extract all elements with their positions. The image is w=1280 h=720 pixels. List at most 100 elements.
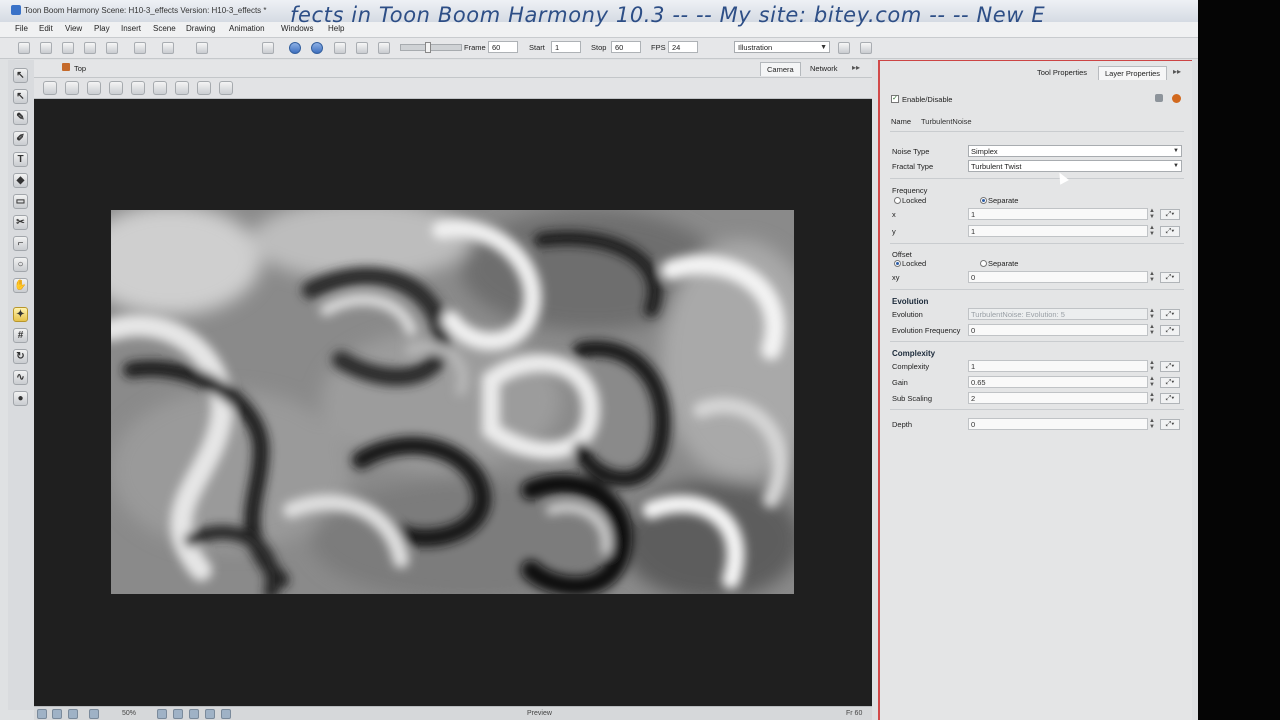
- play-forward-button[interactable]: [311, 42, 323, 54]
- noise-type-select[interactable]: Simplex ▼: [968, 145, 1182, 157]
- brush-tool-icon[interactable]: ✎: [13, 110, 28, 125]
- save-button[interactable]: [62, 42, 74, 54]
- spinner-icon[interactable]: ▲ ▼: [1149, 360, 1155, 372]
- toggle-view-icon[interactable]: [89, 709, 99, 719]
- camera-view-icon[interactable]: [153, 81, 167, 95]
- frame-field[interactable]: 60: [488, 41, 518, 53]
- menu-drawing[interactable]: Drawing: [186, 24, 215, 33]
- name-field[interactable]: TurbulentNoise: [918, 115, 1182, 127]
- text-tool-icon[interactable]: T: [13, 152, 28, 167]
- spinner-icon[interactable]: ▲ ▼: [1149, 324, 1155, 336]
- workspace-button[interactable]: [838, 42, 850, 54]
- redo-button[interactable]: [162, 42, 174, 54]
- loop-button[interactable]: [334, 42, 346, 54]
- menu-edit[interactable]: Edit: [39, 24, 53, 33]
- render-button[interactable]: [262, 42, 274, 54]
- frequency-y-field[interactable]: 1: [968, 225, 1148, 237]
- zoom-view-icon[interactable]: [219, 81, 233, 95]
- start-field[interactable]: 1: [551, 41, 581, 53]
- matte-toggle-icon[interactable]: [205, 709, 215, 719]
- function-button[interactable]: ⤢▾: [1160, 361, 1180, 372]
- function-button[interactable]: ⤢▾: [1160, 226, 1180, 237]
- menu-play[interactable]: Play: [94, 24, 110, 33]
- transform-tool-icon[interactable]: ✦: [13, 307, 28, 322]
- spinner-icon[interactable]: ▲ ▼: [1149, 392, 1155, 404]
- spinner-icon[interactable]: ▲ ▼: [1149, 225, 1155, 237]
- tab-network[interactable]: Network: [804, 62, 844, 76]
- render-toggle-icon[interactable]: [173, 709, 183, 719]
- save-as-button[interactable]: [84, 42, 96, 54]
- workspace-mode-select[interactable]: Illustration ▼: [734, 41, 830, 53]
- pencil-tool-icon[interactable]: ✐: [13, 131, 28, 146]
- play-button[interactable]: [289, 42, 301, 54]
- next-frame-button[interactable]: [378, 42, 390, 54]
- render-preview-icon[interactable]: [131, 81, 145, 95]
- menu-scene[interactable]: Scene: [153, 24, 176, 33]
- tab-tool-properties[interactable]: Tool Properties: [1031, 66, 1093, 80]
- previous-frame-button[interactable]: [356, 42, 368, 54]
- menu-file[interactable]: File: [15, 24, 28, 33]
- cutter-tool-icon[interactable]: ✂: [13, 215, 28, 230]
- undo-button[interactable]: [134, 42, 146, 54]
- menu-insert[interactable]: Insert: [121, 24, 141, 33]
- safe-area-icon[interactable]: [65, 81, 79, 95]
- color-toggle-icon[interactable]: [189, 709, 199, 719]
- hand-tool-icon[interactable]: ✋: [13, 278, 28, 293]
- function-button[interactable]: ⤢▾: [1160, 272, 1180, 283]
- spinner-icon[interactable]: ▲ ▼: [1149, 376, 1155, 388]
- contour-editor-tool-icon[interactable]: ↖: [13, 89, 28, 104]
- open-scene-button[interactable]: [40, 42, 52, 54]
- reset-rotation-icon[interactable]: [68, 709, 78, 719]
- tab-camera[interactable]: Camera: [760, 62, 801, 76]
- offset-separate-radio[interactable]: [980, 260, 987, 267]
- camera-view-canvas[interactable]: [34, 99, 872, 706]
- grid-tool-icon[interactable]: #: [13, 328, 28, 343]
- grid-view-icon[interactable]: [43, 81, 57, 95]
- gain-field[interactable]: 0.65: [968, 376, 1148, 388]
- fps-field[interactable]: 24: [668, 41, 698, 53]
- offset-xy-field[interactable]: 0: [968, 271, 1148, 283]
- function-button[interactable]: ⤢▾: [1160, 309, 1180, 320]
- complexity-field[interactable]: 1: [968, 360, 1148, 372]
- dropper-tool-icon[interactable]: ⌐: [13, 236, 28, 251]
- light-table-icon[interactable]: [87, 81, 101, 95]
- function-button[interactable]: ⤢▾: [1160, 377, 1180, 388]
- lock-icon[interactable]: [1155, 94, 1163, 102]
- menu-view[interactable]: View: [65, 24, 82, 33]
- fractal-type-select[interactable]: Turbulent Twist ▼: [968, 160, 1182, 172]
- mask-toggle-icon[interactable]: [157, 709, 167, 719]
- enable-checkbox[interactable]: ✓: [891, 95, 899, 103]
- cut-button[interactable]: [196, 42, 208, 54]
- frequency-x-field[interactable]: 1: [968, 208, 1148, 220]
- select-tool-icon[interactable]: ↖: [13, 68, 28, 83]
- frequency-separate-radio[interactable]: [980, 197, 987, 204]
- function-button[interactable]: ⤢▾: [1160, 419, 1180, 430]
- workspace-manager-button[interactable]: [860, 42, 872, 54]
- spinner-icon[interactable]: ▲ ▼: [1149, 208, 1155, 220]
- menu-animation[interactable]: Animation: [229, 24, 265, 33]
- sub-scaling-field[interactable]: 2: [968, 392, 1148, 404]
- zoom-tool-icon[interactable]: ○: [13, 257, 28, 272]
- panel-menu-icon[interactable]: ▸▸: [1173, 67, 1181, 76]
- reset-zoom-icon[interactable]: [52, 709, 62, 719]
- onion-skin-icon[interactable]: [109, 81, 123, 95]
- evolution-frequency-field[interactable]: 0: [968, 324, 1148, 336]
- color-swatch-icon[interactable]: [1172, 94, 1181, 103]
- frequency-locked-radio[interactable]: [894, 197, 901, 204]
- playback-speed-slider[interactable]: [400, 42, 462, 53]
- function-button[interactable]: ⤢▾: [1160, 209, 1180, 220]
- slider-thumb[interactable]: [425, 42, 431, 53]
- spinner-icon[interactable]: ▲ ▼: [1149, 271, 1155, 283]
- function-button[interactable]: ⤢▾: [1160, 325, 1180, 336]
- eraser-tool-icon[interactable]: ▭: [13, 194, 28, 209]
- spinner-icon[interactable]: ▲ ▼: [1149, 308, 1155, 320]
- spinner-icon[interactable]: ▲ ▼: [1149, 418, 1155, 430]
- stop-field[interactable]: 60: [611, 41, 641, 53]
- brush-color-tool-icon[interactable]: ●: [13, 391, 28, 406]
- depth-field[interactable]: 0: [968, 418, 1148, 430]
- mask-icon[interactable]: [197, 81, 211, 95]
- morph-tool-icon[interactable]: ∿: [13, 370, 28, 385]
- evolution-field[interactable]: TurbulentNoise: Evolution: 5: [968, 308, 1148, 320]
- tab-layer-properties[interactable]: Layer Properties: [1098, 66, 1168, 80]
- tab-menu-icon[interactable]: ▸▸: [852, 63, 860, 72]
